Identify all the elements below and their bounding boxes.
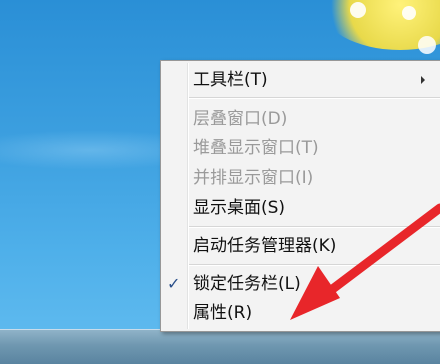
annotation-arrow-icon (290, 203, 440, 320)
annotation-arrow-shaft (313, 203, 440, 305)
annotation-arrow-head (290, 266, 340, 320)
